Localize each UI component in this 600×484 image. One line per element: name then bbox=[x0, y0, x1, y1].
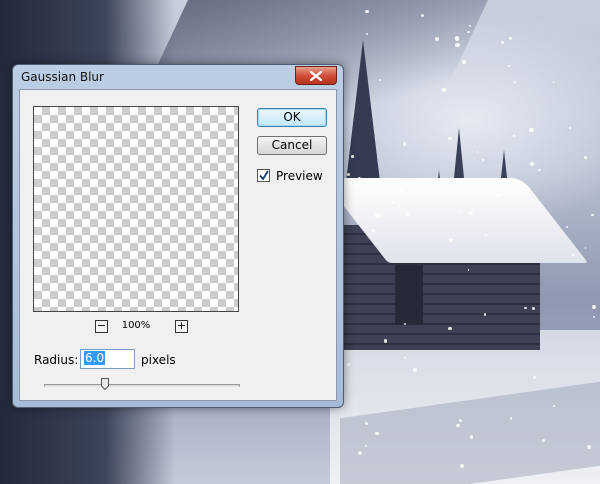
zoom-level: 100% bbox=[121, 320, 151, 331]
snowflake bbox=[569, 126, 571, 129]
snowflake bbox=[514, 80, 517, 83]
radius-units-label: pixels bbox=[141, 353, 176, 367]
snowflake bbox=[357, 177, 361, 181]
cancel-button[interactable]: Cancel bbox=[257, 136, 327, 155]
snowflake bbox=[383, 339, 388, 343]
snowflake bbox=[566, 225, 569, 229]
snowflake bbox=[508, 65, 511, 68]
snowflake bbox=[456, 423, 460, 428]
snowflake bbox=[364, 421, 368, 426]
snowflake bbox=[403, 322, 406, 325]
radius-input[interactable]: 6.0 bbox=[80, 349, 135, 369]
snowflake bbox=[448, 326, 452, 331]
snowflake bbox=[524, 306, 527, 310]
snowflake bbox=[501, 41, 504, 45]
snowflake bbox=[351, 155, 354, 158]
snowflake bbox=[509, 36, 513, 40]
snowflake bbox=[529, 162, 534, 167]
radius-label: Radius: bbox=[34, 353, 79, 367]
snowflake bbox=[592, 316, 595, 319]
snowflake bbox=[584, 246, 587, 249]
snowflake bbox=[468, 210, 473, 215]
cabin-door bbox=[395, 265, 423, 325]
snowflake bbox=[404, 356, 407, 359]
snowflake bbox=[495, 192, 500, 197]
preview-label: Preview bbox=[276, 169, 323, 183]
snowflake bbox=[529, 128, 534, 133]
snowflake bbox=[347, 363, 350, 366]
ok-button[interactable]: OK bbox=[257, 108, 327, 127]
snowflake bbox=[538, 168, 541, 172]
snowflake bbox=[364, 444, 368, 447]
close-icon bbox=[310, 71, 322, 81]
zoom-in-button[interactable]: + bbox=[175, 320, 188, 333]
snowflake bbox=[476, 151, 479, 153]
pine-tree bbox=[345, 40, 381, 190]
snowflake bbox=[405, 212, 409, 216]
snowflake bbox=[442, 88, 446, 92]
snowflake bbox=[357, 450, 362, 456]
snowflake bbox=[552, 80, 555, 83]
snowflake bbox=[532, 375, 536, 379]
snowflake bbox=[379, 79, 381, 81]
radius-value: 6.0 bbox=[84, 351, 106, 365]
snowflake bbox=[481, 158, 484, 161]
close-button[interactable] bbox=[295, 66, 337, 85]
radius-slider-track[interactable] bbox=[44, 384, 240, 387]
snowflake bbox=[447, 136, 452, 141]
snowflake bbox=[552, 404, 555, 407]
snowflake bbox=[375, 213, 380, 218]
preview-checkbox[interactable] bbox=[257, 169, 270, 182]
snowflake bbox=[591, 213, 594, 217]
dialog-body: − 100% + OK Cancel Preview Radius: 6.0 p… bbox=[19, 89, 337, 401]
snowflake bbox=[346, 172, 350, 176]
snowflake bbox=[365, 32, 368, 35]
snowflake bbox=[462, 60, 467, 64]
snowflake bbox=[510, 417, 513, 420]
snowflake bbox=[448, 238, 453, 243]
snowflake bbox=[583, 155, 587, 159]
gaussian-blur-dialog: Gaussian Blur − 100% + OK Cancel Preview… bbox=[12, 64, 344, 408]
snowflake bbox=[512, 134, 515, 137]
snowflake bbox=[469, 435, 474, 439]
snowflake bbox=[365, 10, 369, 14]
radius-slider-thumb[interactable] bbox=[100, 378, 109, 390]
dialog-title: Gaussian Blur bbox=[21, 70, 104, 84]
zoom-out-button[interactable]: − bbox=[95, 320, 108, 333]
snowflake bbox=[412, 367, 417, 373]
checkmark-icon bbox=[259, 170, 269, 181]
snowflake bbox=[485, 233, 488, 236]
title-bar[interactable]: Gaussian Blur bbox=[13, 65, 343, 89]
snowflake bbox=[375, 431, 379, 435]
snowflake bbox=[592, 304, 597, 309]
preview-canvas[interactable] bbox=[33, 106, 239, 312]
